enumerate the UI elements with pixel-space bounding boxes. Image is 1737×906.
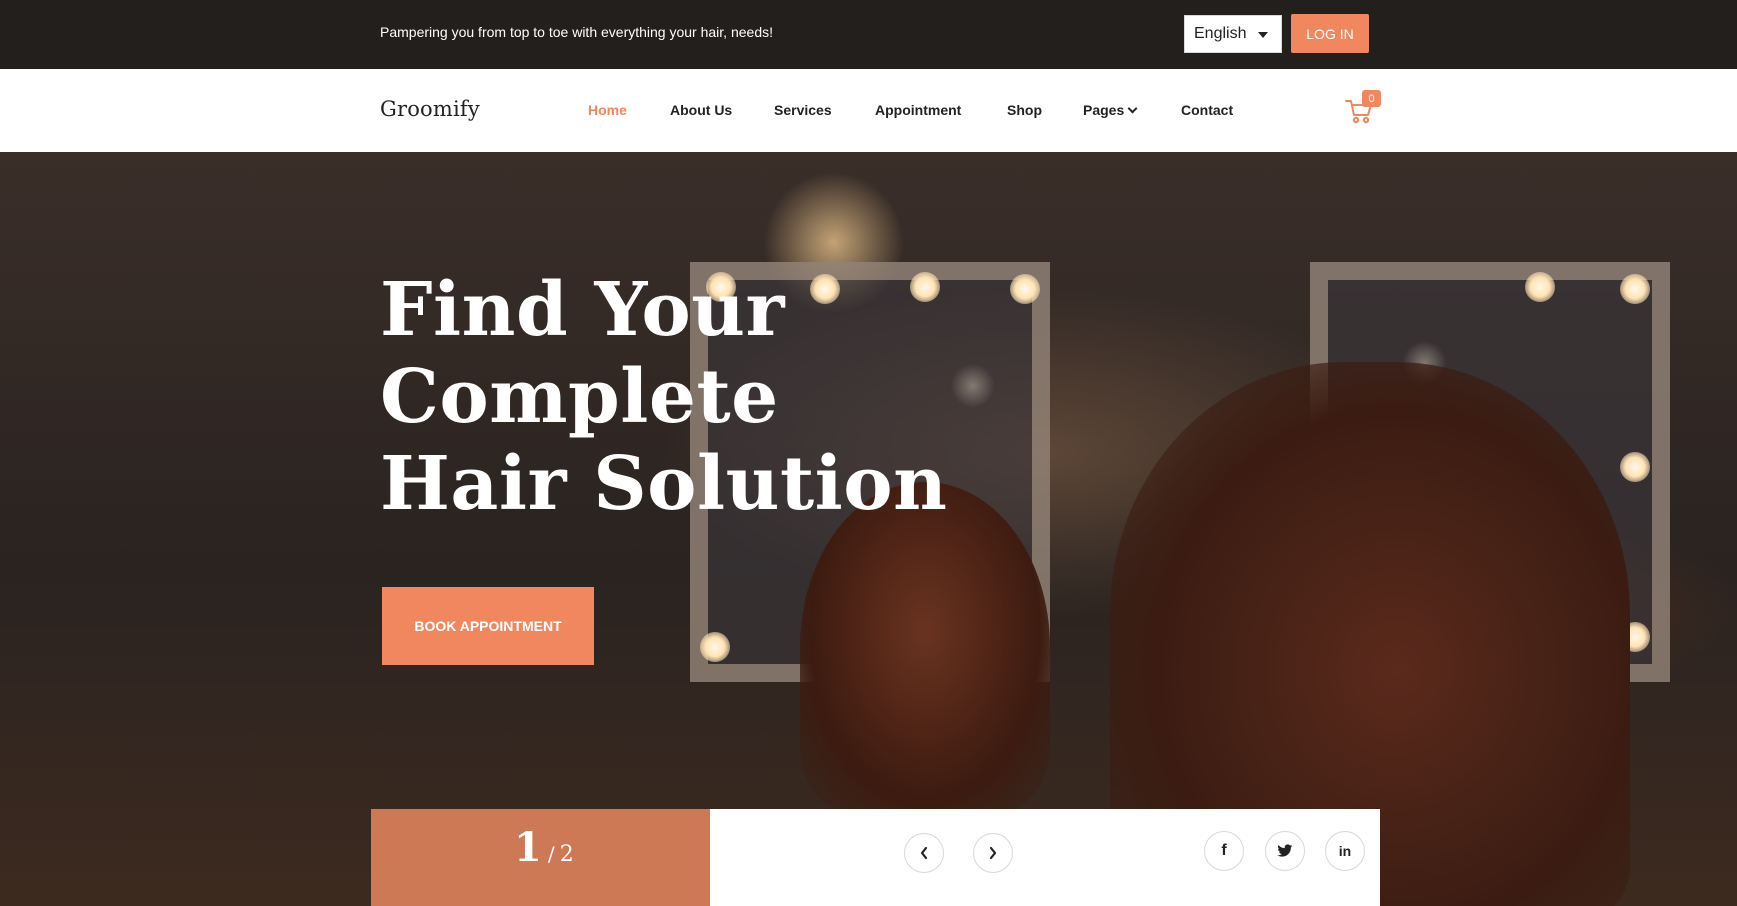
cart-count-badge: 0 xyxy=(1362,90,1381,107)
slide-separator: / xyxy=(547,842,555,866)
nav-item-pages-label: Pages xyxy=(1083,102,1125,118)
nav-item-shop[interactable]: Shop xyxy=(1007,102,1042,118)
language-select-value: English xyxy=(1194,25,1247,42)
slide-total: 2 xyxy=(559,842,574,867)
top-bar-tagline: Pampering you from top to toe with every… xyxy=(380,24,773,40)
slider-prev-button[interactable] xyxy=(904,833,944,873)
nav-item-about-us[interactable]: About Us xyxy=(670,102,732,118)
top-bar: Pampering you from top to toe with every… xyxy=(0,0,1737,69)
chevron-right-icon xyxy=(989,846,997,860)
chevron-down-icon xyxy=(1127,103,1138,114)
login-button[interactable]: LOG IN xyxy=(1291,14,1369,53)
slider-controls-panel: f in xyxy=(710,809,1380,906)
hero-title-line: Find Your xyxy=(380,267,785,353)
twitter-icon xyxy=(1277,844,1293,857)
hero-title: Find Your Complete Hair Solution xyxy=(380,267,947,528)
chevron-left-icon xyxy=(920,846,928,860)
nav-item-services[interactable]: Services xyxy=(774,102,832,118)
main-navbar: Groomify Home About Us Services Appointm… xyxy=(0,69,1737,152)
linkedin-button[interactable]: in xyxy=(1325,831,1365,871)
nav-item-home[interactable]: Home xyxy=(588,102,627,118)
twitter-button[interactable] xyxy=(1265,831,1305,871)
hero-title-line: Hair Solution xyxy=(380,441,948,527)
slider-next-button[interactable] xyxy=(973,833,1013,873)
nav-item-contact[interactable]: Contact xyxy=(1181,102,1233,118)
hero-title-line: Complete xyxy=(380,354,779,440)
nav-item-appointment[interactable]: Appointment xyxy=(875,102,961,118)
nav-item-pages[interactable]: Pages xyxy=(1083,102,1138,118)
site-logo[interactable]: Groomify xyxy=(380,97,480,121)
light-bulb xyxy=(1620,452,1650,482)
hero-slider: Find Your Complete Hair Solution BOOK AP… xyxy=(0,152,1737,906)
light-bulb xyxy=(1010,274,1040,304)
caret-down-icon xyxy=(1258,32,1268,38)
client-silhouette xyxy=(800,482,1050,812)
light-bulb xyxy=(700,632,730,662)
language-select[interactable]: English xyxy=(1184,15,1282,53)
slide-current: 1 xyxy=(514,824,542,871)
book-appointment-button[interactable]: BOOK APPOINTMENT xyxy=(382,587,594,665)
linkedin-icon: in xyxy=(1338,843,1352,859)
light-bulb xyxy=(1620,274,1650,304)
facebook-icon: f xyxy=(1221,842,1227,859)
facebook-button[interactable]: f xyxy=(1204,831,1244,871)
slide-counter: 1/ 2 xyxy=(514,824,574,871)
light-bulb xyxy=(1525,272,1555,302)
